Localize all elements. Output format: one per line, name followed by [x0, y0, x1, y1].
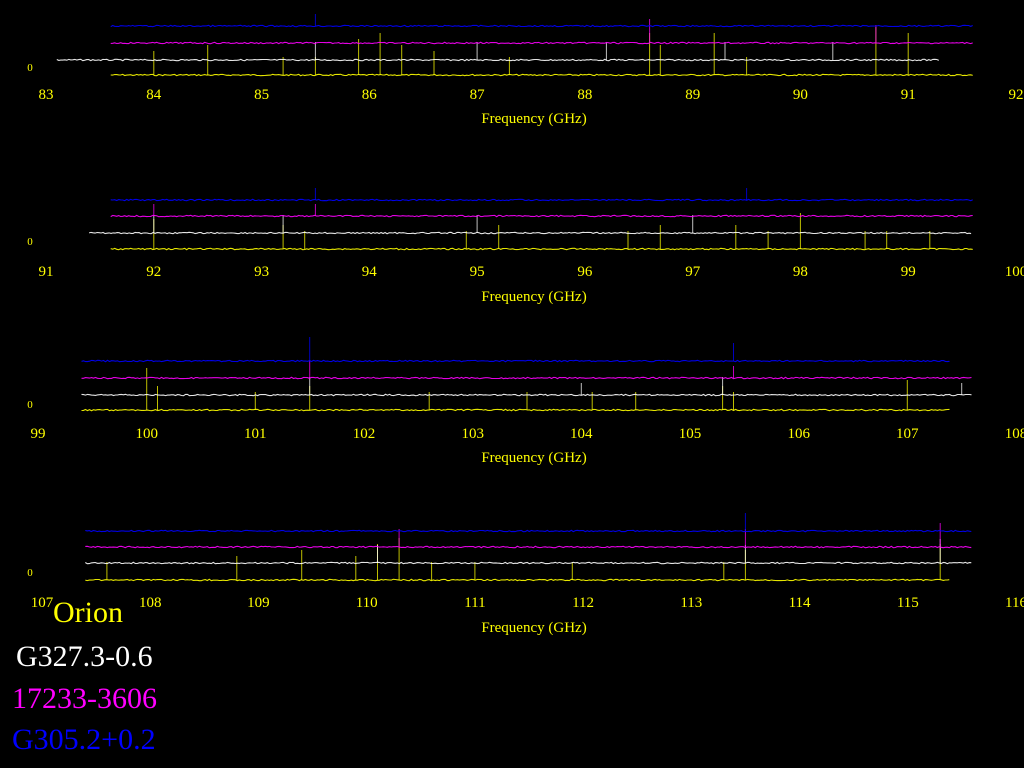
y-tick-zero: 0 [27, 62, 33, 74]
x-tick-label: 89 [685, 87, 700, 103]
x-tick-label: 91 [39, 264, 54, 280]
x-tick-label: 111 [464, 595, 485, 611]
x-tick-label: 94 [362, 264, 378, 280]
x-tick-label: 97 [685, 264, 701, 280]
x-tick-label: 108 [1005, 426, 1024, 442]
x-tick-label: 107 [896, 426, 919, 442]
x-tick-label: 85 [254, 87, 269, 103]
x-tick-label: 98 [793, 264, 808, 280]
x-tick-label: 93 [254, 264, 269, 280]
x-tick-label: 83 [39, 87, 54, 103]
x-tick-label: 101 [244, 426, 267, 442]
x-tick-label: 108 [139, 595, 162, 611]
x-tick-label: 92 [146, 264, 161, 280]
x-tick-label: 113 [680, 595, 702, 611]
x-tick-label: 104 [570, 426, 593, 442]
x-axis-label: Frequency (GHz) [481, 111, 586, 127]
x-tick-label: 90 [793, 87, 808, 103]
legend-item-17233: 17233-3606 [12, 682, 157, 715]
x-tick-label: 87 [470, 87, 486, 103]
x-tick-label: 99 [901, 264, 916, 280]
y-tick-zero: 0 [27, 567, 33, 579]
x-tick-label: 102 [353, 426, 376, 442]
spectrum-figure: 0 83 84 85 86 87 88 89 90 91 92 Frequency (GHz) 0 91 9… [0, 0, 1024, 768]
x-tick-label: 99 [31, 426, 46, 442]
x-tick-label: 109 [247, 595, 270, 611]
x-tick-label: 114 [789, 595, 811, 611]
x-tick-label: 96 [577, 264, 593, 280]
legend-item-g305: G305.2+0.2 [12, 723, 156, 756]
x-tick-label: 91 [901, 87, 916, 103]
legend-item-orion: Orion [53, 596, 123, 629]
x-tick-label: 92 [1009, 87, 1024, 103]
x-axis-label: Frequency (GHz) [481, 620, 586, 636]
x-tick-label: 100 [1005, 264, 1024, 280]
x-tick-label: 86 [362, 87, 378, 103]
x-tick-label: 112 [572, 595, 594, 611]
x-axis-label: Frequency (GHz) [481, 289, 586, 305]
x-tick-label: 103 [461, 426, 484, 442]
x-tick-label: 95 [470, 264, 485, 280]
x-tick-label: 116 [1005, 595, 1024, 611]
x-tick-label: 105 [679, 426, 702, 442]
x-tick-label: 84 [146, 87, 162, 103]
x-tick-label: 106 [787, 426, 810, 442]
legend-item-g327: G327.3-0.6 [16, 640, 153, 673]
x-tick-label: 107 [31, 595, 54, 611]
x-tick-label: 100 [135, 426, 158, 442]
x-tick-label: 115 [897, 595, 919, 611]
y-tick-zero: 0 [27, 236, 33, 248]
x-axis-label: Frequency (GHz) [481, 450, 586, 466]
x-tick-label: 110 [356, 595, 378, 611]
y-tick-zero: 0 [27, 399, 33, 411]
x-tick-label: 88 [577, 87, 592, 103]
